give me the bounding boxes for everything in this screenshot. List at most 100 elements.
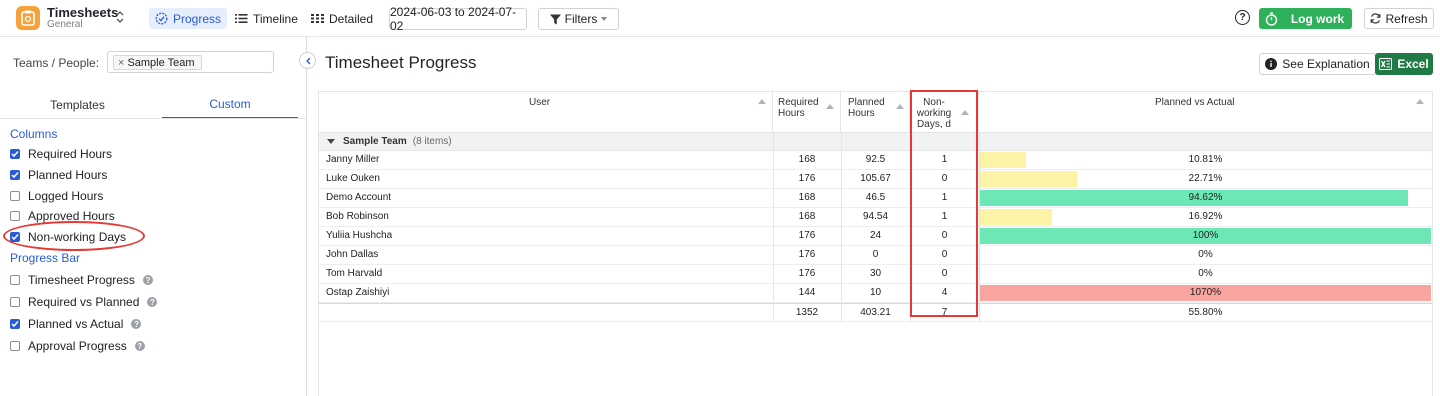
refresh-label: Refresh (1385, 11, 1428, 26)
checkbox-checked-icon[interactable] (10, 170, 20, 180)
chip-remove-icon[interactable]: × (118, 57, 124, 69)
caret-down-icon[interactable] (327, 139, 335, 144)
sort-icon[interactable] (826, 104, 834, 109)
option-label: Planned vs Actual (28, 317, 124, 331)
checkbox-checked-icon[interactable] (10, 319, 20, 329)
sort-icon[interactable] (758, 99, 766, 104)
date-range-picker[interactable]: 2024-06-03 to 2024-07-02 (389, 5, 527, 33)
checkbox-checked-icon[interactable] (10, 149, 20, 159)
column-header-planned-vs-actual[interactable]: Planned vs Actual (979, 92, 1432, 132)
cell-required-hours: 176 (798, 249, 816, 260)
checkbox-unchecked-icon[interactable] (10, 191, 20, 201)
group-name: Sample Team (343, 136, 407, 147)
group-count: (8 items) (412, 136, 452, 147)
option-label: Timesheet Progress (28, 273, 135, 287)
see-explanation-button[interactable]: See Explanation (1259, 53, 1376, 75)
highlight-ellipse (3, 221, 145, 251)
timesheets-app-icon[interactable] (16, 6, 40, 30)
excel-export-button[interactable]: Excel (1375, 53, 1433, 75)
question-icon[interactable]: ? (142, 275, 153, 285)
progress-table: User Required Hours Planned Hours Non-work… (318, 91, 1433, 396)
total-planned: 403.21 (860, 307, 891, 318)
checkbox-unchecked-icon[interactable] (10, 341, 20, 351)
column-header-user[interactable]: User (319, 92, 773, 132)
cell-planned-hours: 30 (869, 268, 882, 279)
option-planned-vs-actual[interactable]: Planned vs Actual ? (10, 316, 142, 332)
app-title[interactable]: Timesheets (47, 5, 118, 20)
checkbox-unchecked-icon[interactable] (10, 211, 20, 221)
cell-planned-vs-actual: 1070% (1189, 287, 1222, 298)
question-icon[interactable]: ? (131, 319, 142, 329)
column-header-required-hours[interactable]: Required Hours (773, 92, 841, 132)
view-tab-timeline[interactable]: Timeline (229, 8, 304, 29)
cell-user: Luke Ouken (326, 173, 380, 184)
option-timesheet-progress[interactable]: Timesheet Progress ? (10, 272, 153, 288)
cell-user: Yuliia Hushcha (326, 230, 393, 241)
excel-icon (1379, 58, 1393, 70)
tab-templates[interactable]: Templates (5, 91, 150, 119)
option-approval-progress[interactable]: Approval Progress ? (10, 338, 145, 354)
cell-planned-hours: 94.54 (862, 211, 889, 222)
header-label: User (529, 97, 551, 108)
cell-user: Ostap Zaishiyi (326, 287, 390, 298)
help-icon[interactable]: ? (1235, 10, 1250, 25)
tab-custom[interactable]: Custom (162, 91, 298, 119)
view-tab-progress-label: Progress (173, 11, 222, 26)
collapse-panel-button[interactable] (299, 52, 316, 69)
cell-user: Tom Harvald (326, 268, 383, 279)
question-icon[interactable]: ? (134, 341, 145, 351)
cell-user: Bob Robinson (326, 211, 389, 222)
option-label: Required vs Planned (28, 295, 140, 309)
checkbox-unchecked-icon[interactable] (10, 297, 20, 307)
table-row[interactable]: Demo Account 168 46.5 1 94.62% (319, 189, 1432, 208)
total-pva: 55.80% (1188, 307, 1223, 318)
filter-icon (549, 14, 561, 24)
filters-button[interactable]: Filters (538, 8, 619, 30)
cell-planned-vs-actual: 22.71% (1188, 173, 1223, 184)
cell-planned-hours: 10 (869, 287, 882, 298)
option-required-vs-planned[interactable]: Required vs Planned ? (10, 294, 158, 310)
refresh-button[interactable]: Refresh (1364, 8, 1434, 29)
header-label: Planned vs Actual (1155, 97, 1235, 108)
table-row[interactable]: Yuliia Hushcha 176 24 0 100% (319, 227, 1432, 246)
table-row[interactable]: Bob Robinson 168 94.54 1 16.92% (319, 208, 1432, 227)
teams-people-select[interactable]: × Sample Team (107, 51, 274, 73)
table-row[interactable]: Luke Ouken 176 105.67 0 22.71% (319, 170, 1432, 189)
view-tab-detailed[interactable]: Detailed (305, 8, 379, 29)
column-divider (773, 132, 774, 322)
sort-icon[interactable] (1416, 99, 1424, 104)
total-required: 1352 (795, 307, 819, 318)
chevron-left-icon (305, 57, 310, 64)
cell-planned-hours: 46.5 (865, 192, 886, 203)
cell-user: Demo Account (326, 192, 392, 203)
stopwatch-icon (1265, 12, 1277, 26)
option-planned-hours[interactable]: Planned Hours (10, 167, 107, 183)
cell-required-hours: 168 (798, 211, 816, 222)
header-label: Planned (848, 97, 885, 108)
cell-planned-hours: 0 (872, 249, 879, 260)
column-header-planned-hours[interactable]: Planned Hours (841, 92, 910, 132)
column-divider (841, 132, 842, 322)
sort-icon[interactable] (896, 104, 904, 109)
stopwatch-button[interactable] (1259, 8, 1283, 29)
cell-planned-vs-actual: 16.92% (1188, 211, 1223, 222)
log-work-button[interactable]: Log work (1283, 8, 1352, 29)
chevron-updown-icon[interactable] (116, 11, 124, 24)
team-chip-label: Sample Team (127, 56, 195, 69)
group-row[interactable]: Sample Team (8 items) (319, 132, 1432, 151)
option-label: Logged Hours (28, 189, 104, 203)
view-tab-progress[interactable]: Progress (149, 8, 228, 29)
table-row[interactable]: Ostap Zaishiyi 144 10 4 1070% (319, 284, 1432, 303)
grid-icon (311, 14, 324, 23)
table-row[interactable]: Janny Miller 168 92.5 1 10.81% (319, 151, 1432, 170)
info-icon (1265, 58, 1278, 70)
team-chip[interactable]: × Sample Team (113, 55, 202, 70)
question-icon[interactable]: ? (147, 297, 158, 307)
checkbox-unchecked-icon[interactable] (10, 275, 20, 285)
table-row[interactable]: John Dallas 176 0 0 0% (319, 246, 1432, 265)
table-row[interactable]: Tom Harvald 176 30 0 0% (319, 265, 1432, 284)
caret-down-icon (601, 17, 608, 21)
option-logged-hours[interactable]: Logged Hours (10, 188, 103, 204)
option-required-hours[interactable]: Required Hours (10, 146, 112, 162)
cell-required-hours: 176 (798, 173, 816, 184)
